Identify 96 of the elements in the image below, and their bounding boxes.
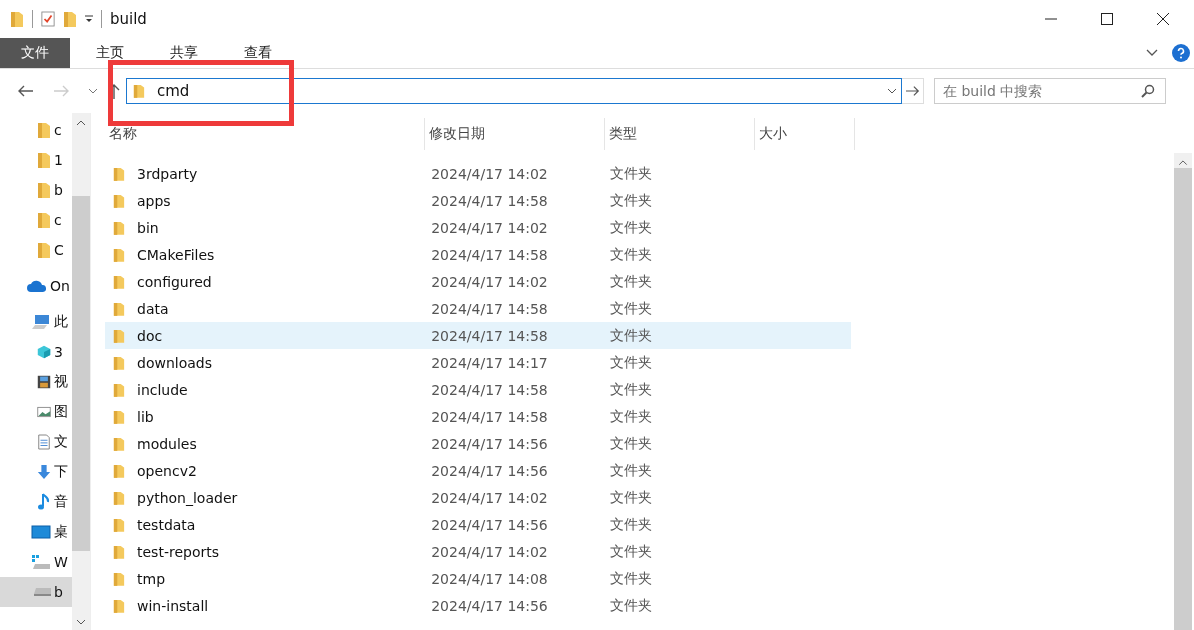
file-name: apps <box>137 192 171 209</box>
file-type: 文件夹 <box>610 272 653 291</box>
modified-date: 2024/4/17 14:08 <box>431 570 548 587</box>
nav-item[interactable]: 此 <box>0 307 72 337</box>
modified-date: 2024/4/17 14:02 <box>431 273 548 290</box>
file-row[interactable]: bin 2024/4/17 14:02 文件夹 <box>105 214 851 241</box>
modified-date: 2024/4/17 14:58 <box>431 192 548 209</box>
modified-date: 2024/4/17 14:56 <box>431 435 548 452</box>
modified-date: 2024/4/17 14:02 <box>431 489 548 506</box>
file-row[interactable]: apps 2024/4/17 14:58 文件夹 <box>105 187 851 214</box>
file-row[interactable]: opencv2 2024/4/17 14:56 文件夹 <box>105 457 851 484</box>
column-header[interactable]: 修改日期 <box>425 118 605 150</box>
modified-date: 2024/4/17 14:58 <box>431 246 548 263</box>
file-row[interactable]: lib 2024/4/17 14:58 文件夹 <box>105 403 851 430</box>
modified-date: 2024/4/17 14:58 <box>431 408 548 425</box>
file-row[interactable]: downloads 2024/4/17 14:17 文件夹 <box>105 349 851 376</box>
file-type: 文件夹 <box>610 299 653 318</box>
file-type: 文件夹 <box>610 569 653 588</box>
file-type: 文件夹 <box>610 461 653 480</box>
nav-item[interactable]: 图 <box>0 397 72 427</box>
file-name: win-install <box>137 597 209 614</box>
column-header[interactable]: 类型 <box>605 118 755 150</box>
modified-date: 2024/4/17 14:56 <box>431 516 548 533</box>
file-name: CMakeFiles <box>137 246 215 263</box>
search-box[interactable]: 在 build 中搜索 <box>934 78 1166 104</box>
file-row[interactable]: configured 2024/4/17 14:02 文件夹 <box>105 268 851 295</box>
file-row[interactable]: 3rdparty 2024/4/17 14:02 文件夹 <box>105 160 851 187</box>
file-name: tmp <box>137 570 165 587</box>
nav-item[interactable]: 音 <box>0 487 72 517</box>
file-name: opencv2 <box>137 462 197 479</box>
nav-item[interactable]: 文 <box>0 427 72 457</box>
file-type: 文件夹 <box>610 596 653 615</box>
file-row[interactable]: testdata 2024/4/17 14:56 文件夹 <box>105 511 851 538</box>
file-type: 文件夹 <box>610 164 653 183</box>
file-row[interactable]: CMakeFiles 2024/4/17 14:58 文件夹 <box>105 241 851 268</box>
address-bar[interactable]: cmd <box>126 78 902 104</box>
file-name: downloads <box>137 354 212 371</box>
modified-date: 2024/4/17 14:02 <box>431 219 548 236</box>
modified-date: 2024/4/17 14:58 <box>431 381 548 398</box>
file-name: 3rdparty <box>137 165 198 182</box>
modified-date: 2024/4/17 14:17 <box>431 354 548 371</box>
file-name: doc <box>137 327 163 344</box>
file-name: data <box>137 300 169 317</box>
file-row[interactable]: data 2024/4/17 14:58 文件夹 <box>105 295 851 322</box>
nav-item[interactable]: 3 <box>0 337 72 367</box>
file-name: configured <box>137 273 212 290</box>
nav-item[interactable]: W <box>0 547 72 577</box>
file-row[interactable]: doc 2024/4/17 14:58 文件夹 <box>105 322 851 349</box>
nav-item[interactable]: b <box>0 577 72 607</box>
file-type: 文件夹 <box>610 245 653 264</box>
ribbon-tab[interactable]: 主页 <box>78 38 142 68</box>
nav-item[interactable]: 1 <box>0 145 72 175</box>
file-row[interactable]: tmp 2024/4/17 14:08 文件夹 <box>105 565 851 592</box>
nav-item[interactable]: 视 <box>0 367 72 397</box>
file-type: 文件夹 <box>610 542 653 561</box>
file-name: include <box>137 381 188 398</box>
modified-date: 2024/4/17 14:58 <box>431 300 548 317</box>
file-type: 文件夹 <box>610 515 653 534</box>
file-type: 文件夹 <box>610 488 653 507</box>
nav-item[interactable]: C <box>0 235 72 265</box>
file-name: testdata <box>137 516 196 533</box>
file-name: modules <box>137 435 197 452</box>
file-name: python_loader <box>137 489 238 506</box>
file-row[interactable]: modules 2024/4/17 14:56 文件夹 <box>105 430 851 457</box>
modified-date: 2024/4/17 14:58 <box>431 327 548 344</box>
file-type: 文件夹 <box>610 407 653 426</box>
ribbon-tab[interactable]: 共享 <box>152 38 216 68</box>
file-name: bin <box>137 219 159 236</box>
file-type: 文件夹 <box>610 353 653 372</box>
modified-date: 2024/4/17 14:02 <box>431 543 548 560</box>
nav-item[interactable]: b <box>0 175 72 205</box>
nav-item[interactable]: c <box>0 205 72 235</box>
search-field[interactable]: 在 build 中搜索 <box>935 82 1141 100</box>
column-header[interactable]: 名称 <box>105 118 425 150</box>
modified-date: 2024/4/17 14:02 <box>431 165 548 182</box>
nav-item[interactable]: On <box>0 271 72 301</box>
window-title: build <box>110 10 147 28</box>
file-type: 文件夹 <box>610 434 653 453</box>
file-type: 文件夹 <box>610 326 653 345</box>
file-type: 文件夹 <box>610 218 653 237</box>
column-header[interactable]: 大小 <box>755 118 855 150</box>
file-row[interactable]: test-reports 2024/4/17 14:02 文件夹 <box>105 538 851 565</box>
file-name: test-reports <box>137 543 219 560</box>
file-row[interactable]: python_loader 2024/4/17 14:02 文件夹 <box>105 484 851 511</box>
file-type: 文件夹 <box>610 191 653 210</box>
file-row[interactable]: win-install 2024/4/17 14:56 文件夹 <box>105 592 851 619</box>
modified-date: 2024/4/17 14:56 <box>431 597 548 614</box>
nav-item[interactable]: c <box>0 115 72 145</box>
ribbon-tab[interactable]: 文件 <box>0 38 70 68</box>
ribbon-tab[interactable]: 查看 <box>226 38 290 68</box>
modified-date: 2024/4/17 14:56 <box>431 462 548 479</box>
nav-item[interactable]: 下 <box>0 457 72 487</box>
file-row[interactable]: include 2024/4/17 14:58 文件夹 <box>105 376 851 403</box>
nav-item[interactable]: 桌 <box>0 517 72 547</box>
file-type: 文件夹 <box>610 380 653 399</box>
file-name: lib <box>137 408 154 425</box>
